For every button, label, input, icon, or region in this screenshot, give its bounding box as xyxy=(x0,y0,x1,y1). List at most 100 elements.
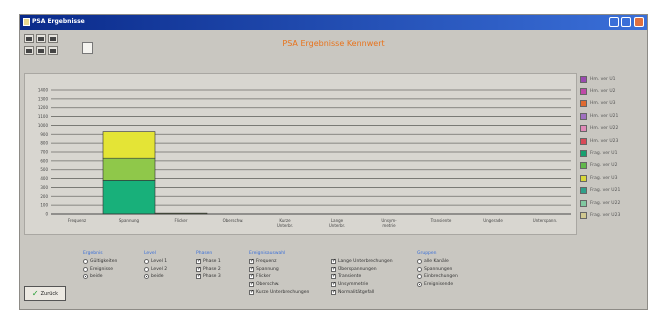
level-group: Level Level 1 Level 2 beide xyxy=(144,251,167,281)
radio-option[interactable]: Level 2 xyxy=(144,266,167,274)
radio-option[interactable]: alle Kanäle xyxy=(417,258,458,266)
radio-button[interactable] xyxy=(417,259,422,265)
radio-button[interactable] xyxy=(417,274,422,280)
option-label: alle Kanäle xyxy=(424,259,449,265)
checkbox[interactable] xyxy=(249,281,254,288)
option-label: Spannung xyxy=(256,266,279,272)
back-button[interactable]: ✓ Zurück xyxy=(24,286,66,301)
legend-swatch xyxy=(580,88,587,96)
radio-option[interactable]: Einbrechungen xyxy=(417,273,458,281)
checkbox-option[interactable]: Frequenz xyxy=(249,258,309,266)
y-tick-label: 200 xyxy=(40,194,48,199)
option-label: Kurze Unterbrechungen xyxy=(256,289,310,295)
checkbox[interactable] xyxy=(249,266,254,272)
checkbox-option[interactable]: Phase 2 xyxy=(196,266,221,274)
checkbox[interactable] xyxy=(196,266,201,272)
legend-swatch xyxy=(580,112,587,120)
legend-item: Hm. ver U1 xyxy=(580,73,646,85)
legend-swatch xyxy=(580,199,587,207)
checkbox[interactable] xyxy=(331,281,336,288)
radio-button[interactable] xyxy=(83,259,88,265)
minimize-button[interactable] xyxy=(609,17,619,27)
checkbox-option[interactable]: Phase 1 xyxy=(196,258,221,266)
legend-swatch xyxy=(580,100,587,108)
radio-button[interactable] xyxy=(144,259,149,265)
checkbox-option[interactable]: Überspannungen xyxy=(331,266,393,274)
checkbox-option[interactable]: Oberschw. xyxy=(249,281,309,289)
bar-chart: 1400130012001100100090080070060050040030… xyxy=(38,88,571,228)
radio-button[interactable] xyxy=(83,274,88,280)
legend-label: Frag. ver U23 xyxy=(590,212,621,218)
option-label: Ereignisende xyxy=(424,282,454,288)
checkbox-option[interactable]: Normalitätgefall xyxy=(331,288,393,296)
radio-button[interactable] xyxy=(417,282,422,288)
option-label: Transiente xyxy=(338,274,362,280)
checkbox-option[interactable]: Kurze Unterbrechungen xyxy=(249,288,309,296)
radio-option[interactable]: Ereignisse xyxy=(83,266,117,274)
checkbox[interactable] xyxy=(331,289,336,295)
checkbox[interactable] xyxy=(196,258,201,265)
x-tick-label: Unterbr. xyxy=(277,223,293,228)
checkbox[interactable] xyxy=(331,266,336,272)
y-tick-label: 1200 xyxy=(38,105,49,110)
app-window: PSA Ergebnisse PSA Ergebnisse Kennwert 1… xyxy=(19,14,648,310)
y-tick-label: 400 xyxy=(40,176,48,181)
radio-button[interactable] xyxy=(83,266,88,272)
y-tick-label: 1400 xyxy=(38,88,49,93)
legend-swatch xyxy=(580,75,587,83)
legend-item: Hm. ver U3 xyxy=(580,98,646,110)
maximize-button[interactable] xyxy=(621,17,631,27)
checkbox[interactable] xyxy=(249,289,254,295)
checkbox[interactable] xyxy=(249,273,254,280)
x-tick-label: Frequenz xyxy=(68,218,86,223)
group-title: Phasen xyxy=(196,251,213,256)
checkbox[interactable] xyxy=(331,258,336,265)
checkbox-option[interactable]: Phase 3 xyxy=(196,273,221,281)
legend-label: Hm. ver U22 xyxy=(590,126,619,132)
checkbox-option[interactable]: Flicker xyxy=(249,273,309,281)
legend-item: Frag. ver U22 xyxy=(580,197,646,209)
radio-option[interactable]: beide xyxy=(144,273,167,281)
group-title: Gruppen xyxy=(417,251,437,256)
option-label: beide xyxy=(90,274,103,280)
checkbox-option[interactable]: Transiente xyxy=(331,273,393,281)
close-button[interactable] xyxy=(634,17,644,27)
legend-item: Hm. ver U22 xyxy=(580,123,646,135)
group-title: Level xyxy=(144,251,156,256)
y-tick-label: 1100 xyxy=(38,114,49,119)
option-label: Normalitätgefall xyxy=(338,289,375,295)
checkbox-option[interactable]: Unsymmetrie xyxy=(331,281,393,289)
checkbox[interactable] xyxy=(331,273,336,280)
checkbox[interactable] xyxy=(249,258,254,265)
checkbox-option[interactable]: Lange Unterbrechungen xyxy=(331,258,393,266)
option-label: Lange Unterbrechungen xyxy=(338,259,393,265)
legend-item: Frag. ver U3 xyxy=(580,172,646,184)
legend-label: Hm. ver U1 xyxy=(590,76,616,82)
option-label: Überspannungen xyxy=(338,266,377,272)
x-tick-label: Oberschw. xyxy=(223,218,244,223)
window-title: PSA Ergebnisse xyxy=(32,18,85,25)
legend-swatch xyxy=(580,187,587,195)
radio-option[interactable]: beide xyxy=(83,273,117,281)
radio-button[interactable] xyxy=(144,266,149,272)
radio-option[interactable]: Level 1 xyxy=(144,258,167,266)
radio-button[interactable] xyxy=(417,266,422,272)
radio-option[interactable]: Spannungen xyxy=(417,266,458,274)
option-label: Gültigkeiten xyxy=(90,259,118,265)
title-bar: PSA Ergebnisse xyxy=(20,15,647,30)
y-tick-label: 1000 xyxy=(38,123,49,128)
checkbox[interactable] xyxy=(196,273,201,280)
y-tick-label: 1300 xyxy=(38,96,49,101)
legend-item: Frag. ver U2 xyxy=(580,160,646,172)
bar-segment xyxy=(102,157,156,181)
option-label: Unsymmetrie xyxy=(338,282,369,288)
checkbox-option[interactable]: Spannung xyxy=(249,266,309,274)
option-label: Flicker xyxy=(256,274,271,280)
bar-segment xyxy=(102,131,156,159)
radio-button[interactable] xyxy=(144,274,149,280)
radio-option[interactable]: Ereignisende xyxy=(417,281,458,289)
legend-swatch xyxy=(580,137,587,145)
page-title: PSA Ergebnisse Kennwert xyxy=(282,39,385,48)
radio-option[interactable]: Gültigkeiten xyxy=(83,258,117,266)
option-label: Ereignisse xyxy=(90,266,114,272)
